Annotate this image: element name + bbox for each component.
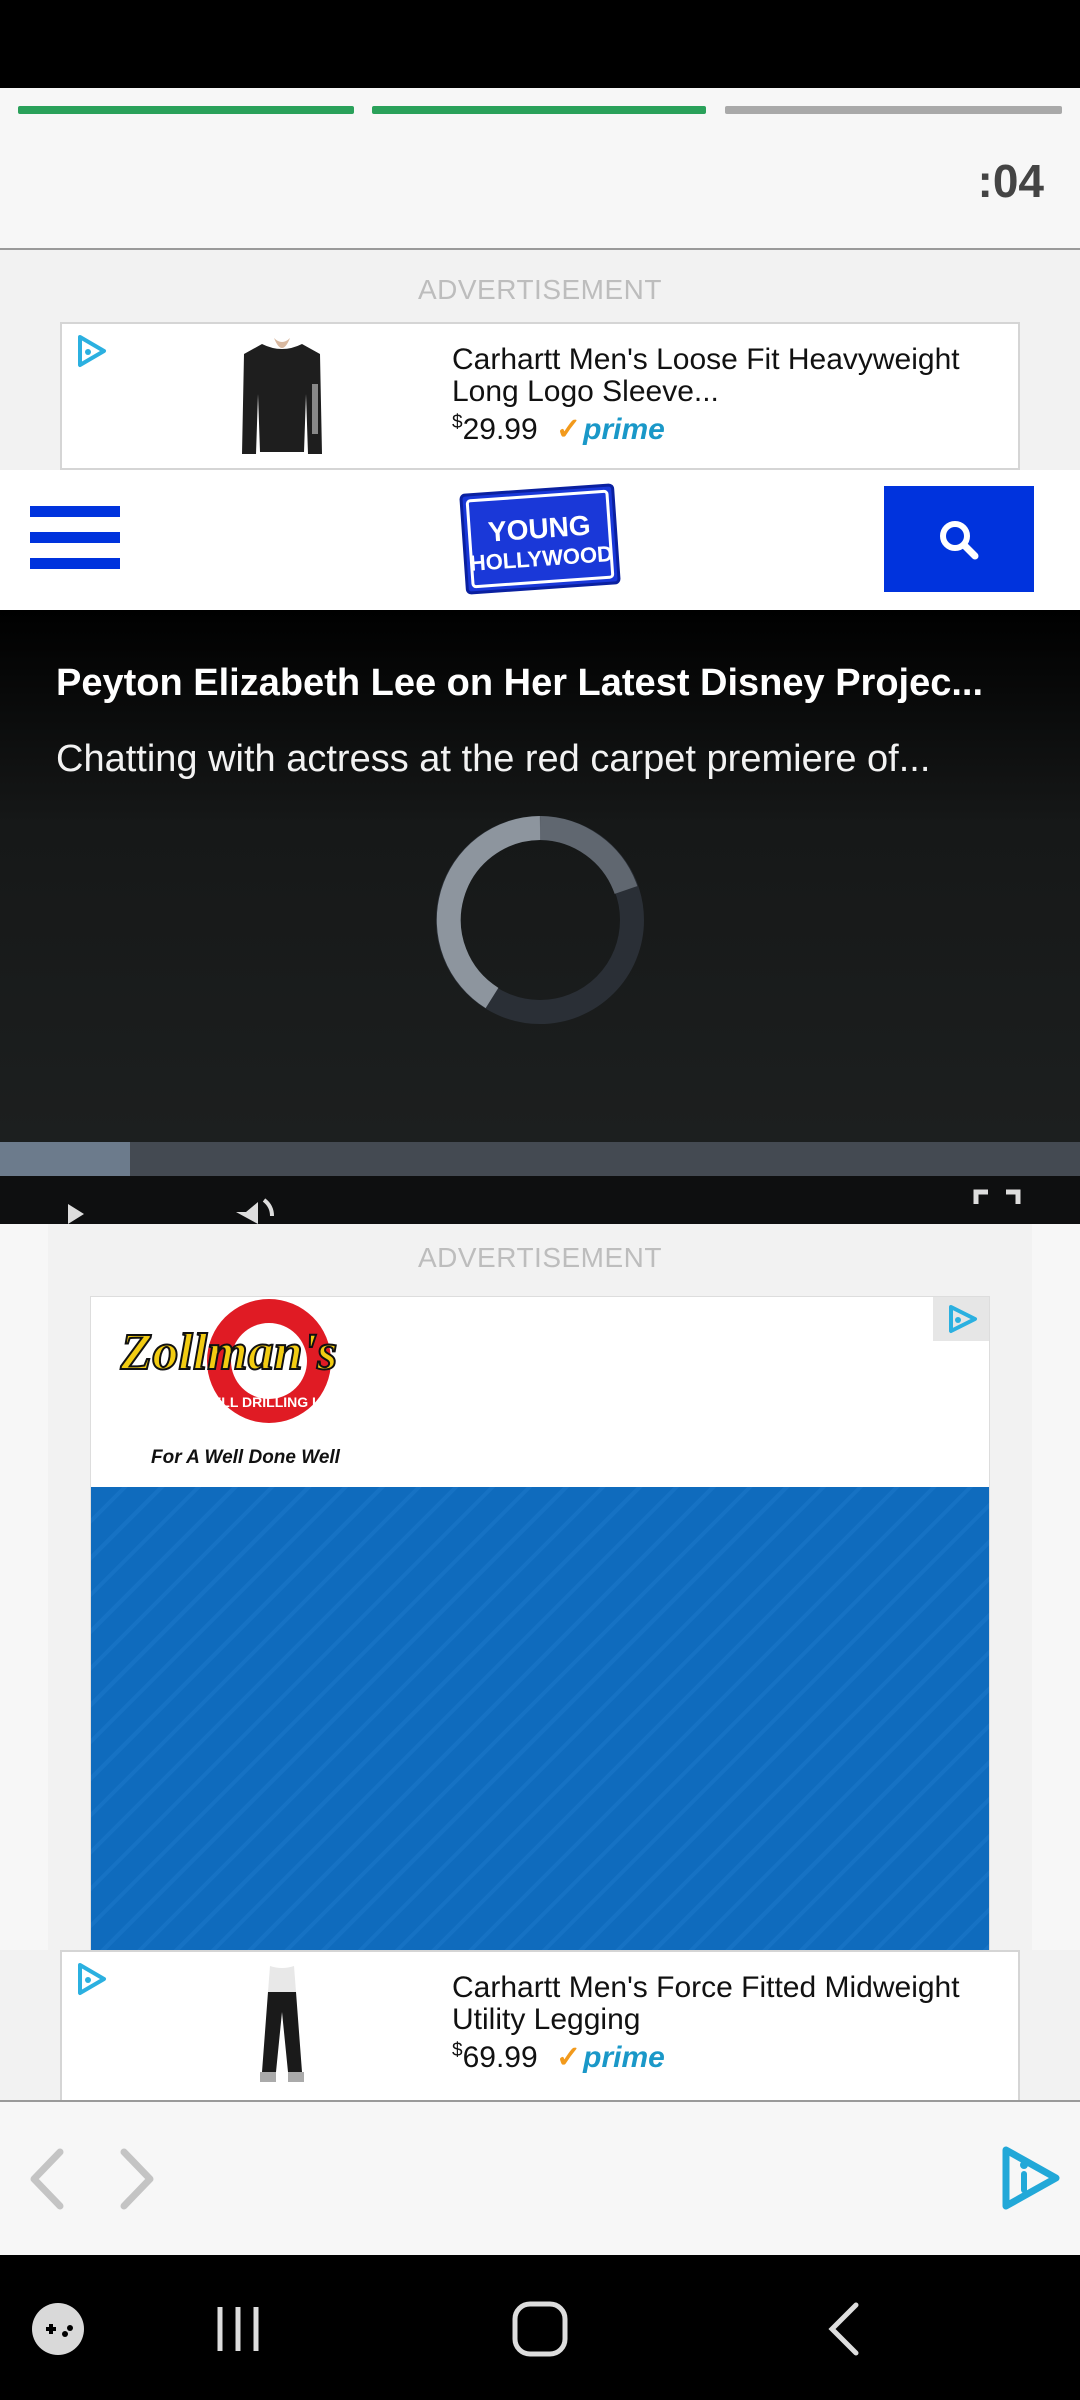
top-ad-section: ADVERTISEMENT Carhartt Men's Loose Fit H… [0, 250, 1080, 470]
prime-badge: ✓prime [556, 2041, 665, 2074]
recent-apps-icon[interactable] [210, 2301, 266, 2357]
play-icon[interactable] [60, 1190, 100, 1224]
product-price: $29.99 ✓prime [452, 412, 665, 447]
video-controls [0, 1176, 1080, 1224]
product-price: $69.99 ✓prime [452, 2040, 665, 2075]
story-progress-segment-1 [18, 106, 354, 114]
check-icon: ✓ [556, 2041, 582, 2074]
info-play-icon[interactable] [996, 2144, 1064, 2212]
hamburger-menu-icon[interactable] [30, 506, 120, 576]
price-value: 69.99 [462, 2041, 538, 2074]
site-nav-bar: YOUNG HOLLYWOOD [0, 470, 1080, 610]
legging-product-image [260, 1966, 304, 2082]
story-header: :04 [0, 88, 1080, 250]
adchoices-icon [949, 1305, 977, 1333]
product-ad-section-2: Carhartt Men's Force Fitted Midweight Ut… [0, 1950, 1080, 2102]
fullscreen-icon[interactable] [972, 1188, 1022, 1224]
game-launcher-icon[interactable] [30, 2301, 86, 2357]
video-progress-bar[interactable] [0, 1142, 1080, 1176]
story-progress-segment-2 [372, 106, 706, 114]
video-subtitle: Chatting with actress at the red carpet … [56, 738, 931, 780]
search-button[interactable] [884, 486, 1034, 592]
price-currency: $ [452, 412, 463, 433]
product-title[interactable]: Carhartt Men's Force Fitted Midweight Ut… [452, 1972, 972, 2036]
product-card[interactable]: Carhartt Men's Loose Fit Heavyweight Lon… [60, 322, 1020, 470]
banner-tagline: For A Well Done Well [151, 1447, 340, 1468]
prime-badge: ✓prime [556, 413, 665, 446]
zollmans-banner[interactable]: Zollman's WELL DRILLING LLC For A Well D… [90, 1296, 990, 1951]
ad-label: ADVERTISEMENT [417, 1242, 663, 1273]
check-icon: ✓ [556, 413, 582, 446]
status-bar [0, 0, 1080, 88]
video-progress-fill [0, 1142, 130, 1176]
system-nav-bar [0, 2255, 1080, 2400]
previous-arrow-icon[interactable] [22, 2146, 72, 2212]
young-hollywood-logo[interactable]: YOUNG HOLLYWOOD [456, 480, 624, 598]
zollmans-logo[interactable]: Zollman's WELL DRILLING LLC [119, 1299, 369, 1439]
loading-spinner-icon [436, 816, 644, 1024]
adchoices-icon[interactable] [72, 1960, 110, 1998]
back-icon[interactable] [820, 2299, 870, 2359]
volume-icon[interactable] [228, 1184, 288, 1224]
story-progress-segment-3 [725, 106, 1062, 114]
search-icon [940, 521, 979, 560]
video-title: Peyton Elizabeth Lee on Her Latest Disne… [56, 662, 984, 704]
home-icon[interactable] [510, 2299, 570, 2359]
bottom-ad-section: ADVERTISEMENT Zollman's WELL DRILLING LL… [48, 1224, 1032, 1951]
shirt-product-image [242, 338, 322, 454]
product-title[interactable]: Carhartt Men's Loose Fit Heavyweight Lon… [452, 344, 972, 408]
zollmans-sub-text: WELL DRILLING LLC [199, 1394, 340, 1410]
adchoices-button[interactable] [933, 1297, 989, 1341]
price-value: 29.99 [462, 413, 538, 446]
next-arrow-icon[interactable] [112, 2146, 162, 2212]
banner-graphic [91, 1487, 989, 1950]
ad-label: ADVERTISEMENT [417, 274, 663, 305]
story-footer-nav [0, 2100, 1080, 2255]
product-card[interactable]: Carhartt Men's Force Fitted Midweight Ut… [60, 1950, 1020, 2102]
countdown-timer: :04 [977, 155, 1044, 207]
zollmans-brand-text: Zollman's [120, 1324, 338, 1381]
adchoices-icon[interactable] [72, 332, 110, 370]
video-player[interactable]: Peyton Elizabeth Lee on Her Latest Disne… [0, 610, 1080, 1224]
price-currency: $ [452, 2040, 463, 2061]
